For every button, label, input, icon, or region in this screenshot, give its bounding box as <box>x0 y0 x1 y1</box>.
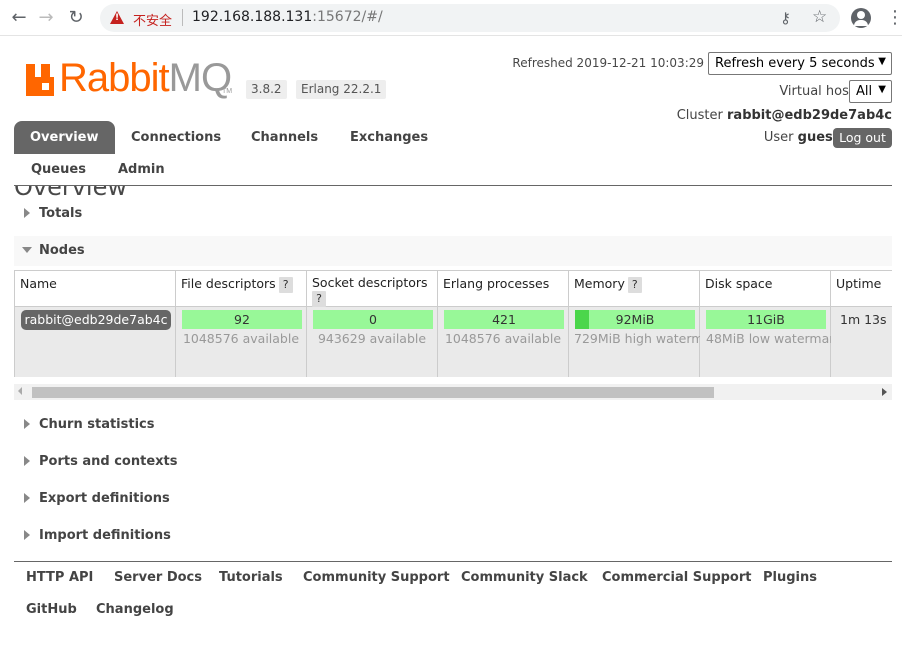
expand-arrow-icon <box>24 419 30 429</box>
header-uptime: Uptime <box>831 270 892 307</box>
table-row: rabbit@edb29de7ab4c <box>14 307 176 377</box>
user-info: User guest <box>763 130 839 145</box>
virtual-host-label: Virtual host <box>779 84 854 99</box>
scrollbar-thumb[interactable] <box>32 387 714 398</box>
cell-erlang-processes: 421 1048576 available <box>438 307 569 377</box>
header-erlang-processes: Erlang processes <box>438 270 569 307</box>
reload-icon[interactable]: ↻ <box>66 8 86 28</box>
url-separator <box>182 9 183 26</box>
processes-bar: 421 <box>444 310 564 329</box>
url-text[interactable]: 192.168.188.131:15672/#/ <box>192 9 383 25</box>
scroll-right-arrow-icon[interactable] <box>882 388 887 396</box>
version-badge: 3.8.2 <box>246 80 287 99</box>
refreshed-timestamp: Refreshed 2019-12-21 10:03:29 <box>512 56 704 70</box>
cluster-info: Cluster rabbit@edb29de7ab4c <box>676 108 892 123</box>
footer-link-server-docs[interactable]: Server Docs <box>114 570 202 585</box>
help-icon[interactable]: ? <box>278 277 293 293</box>
section-nodes[interactable]: Nodes <box>14 236 892 266</box>
section-import-definitions[interactable]: Import definitions <box>14 521 892 551</box>
footer-link-http-api[interactable]: HTTP API <box>26 570 93 585</box>
sockets-bar: 0 <box>313 310 433 329</box>
browser-toolbar: ← → ↻ 不安全 192.168.188.131:15672/#/ ⚷ ☆ ⋮ <box>0 0 902 36</box>
expand-arrow-icon <box>24 530 30 540</box>
expand-arrow-icon <box>24 456 30 466</box>
tab-overview[interactable]: Overview <box>14 121 115 154</box>
footer-link-plugins[interactable]: Plugins <box>763 570 817 585</box>
footer-divider <box>14 561 892 562</box>
processes-available: 1048576 available <box>444 331 562 346</box>
tab-queues[interactable]: Queues <box>31 162 86 177</box>
sockets-available: 943629 available <box>317 331 427 346</box>
key-icon[interactable]: ⚷ <box>780 9 791 27</box>
cell-memory: 92MiB 729MiB high watermark <box>569 307 724 377</box>
logout-button[interactable]: Log out <box>833 128 892 148</box>
memory-watermark: 729MiB high watermark <box>574 331 724 346</box>
help-icon[interactable]: ? <box>312 291 326 307</box>
section-totals[interactable]: Totals <box>14 199 892 229</box>
rabbitmq-logo-icon <box>26 64 54 96</box>
disk-watermark: 48MiB low watermark <box>706 331 842 346</box>
footer-link-changelog[interactable]: Changelog <box>96 602 174 617</box>
node-name-link[interactable]: rabbit@edb29de7ab4c <box>21 310 171 330</box>
nodes-table: Name File descriptors? Socket descriptor… <box>14 270 892 400</box>
dropdown-caret-icon: ▼ <box>878 84 886 95</box>
cell-disk-space: 11GiB 48MiB low watermark <box>700 307 842 377</box>
section-ports-and-contexts[interactable]: Ports and contexts <box>14 447 892 477</box>
tab-connections[interactable]: Connections <box>131 130 221 145</box>
tab-exchanges[interactable]: Exchanges <box>350 130 428 145</box>
footer-link-github[interactable]: GitHub <box>26 602 77 617</box>
header-disk-space: Disk space <box>700 270 831 307</box>
section-churn-statistics[interactable]: Churn statistics <box>14 410 892 440</box>
memory-bar-fill <box>575 310 590 329</box>
virtual-host-select[interactable]: All ▼ <box>849 80 892 103</box>
header-file-descriptors: File descriptors? <box>176 270 307 307</box>
warning-icon <box>110 11 124 24</box>
cell-file-descriptors: 92 1048576 available <box>176 307 307 377</box>
fd-available: 1048576 available <box>182 331 300 346</box>
header-name: Name <box>14 270 176 307</box>
footer-link-community-slack[interactable]: Community Slack <box>461 570 588 585</box>
refresh-interval-select[interactable]: Refresh every 5 seconds ▼ <box>708 52 892 75</box>
uptime-value: 1m 13s <box>840 312 887 327</box>
scroll-left-arrow-icon[interactable] <box>18 387 22 395</box>
memory-bar: 92MiB <box>575 310 695 329</box>
tab-channels[interactable]: Channels <box>251 130 318 145</box>
address-bar[interactable]: 不安全 192.168.188.131:15672/#/ ⚷ ☆ <box>100 4 840 32</box>
kebab-menu-icon[interactable]: ⋮ <box>886 8 902 28</box>
section-export-definitions[interactable]: Export definitions <box>14 484 892 514</box>
back-icon[interactable]: ← <box>9 8 29 28</box>
help-icon[interactable]: ? <box>627 277 642 293</box>
fd-bar: 92 <box>182 310 302 329</box>
erlang-badge: Erlang 22.2.1 <box>296 80 387 99</box>
expand-arrow-icon <box>24 493 30 503</box>
header-socket-descriptors: Socket descriptors? <box>307 270 438 307</box>
star-icon[interactable]: ☆ <box>812 7 827 27</box>
tabs-divider <box>14 185 892 186</box>
footer-link-community-support[interactable]: Community Support <box>303 570 450 585</box>
collapse-arrow-icon <box>22 247 32 253</box>
insecure-label: 不安全 <box>133 14 173 29</box>
tab-admin[interactable]: Admin <box>118 162 165 177</box>
forward-icon[interactable]: → <box>36 8 56 28</box>
horizontal-scrollbar[interactable] <box>14 384 892 400</box>
account-icon[interactable] <box>851 8 871 28</box>
footer-link-tutorials[interactable]: Tutorials <box>219 570 283 585</box>
footer-link-commercial-support[interactable]: Commercial Support <box>602 570 752 585</box>
expand-arrow-icon <box>24 208 30 218</box>
disk-bar: 11GiB <box>706 310 826 329</box>
header-memory: Memory? <box>569 270 700 307</box>
cell-uptime: 1m 13s <box>831 307 892 377</box>
cell-socket-descriptors: 0 943629 available <box>307 307 438 377</box>
dropdown-caret-icon: ▼ <box>878 56 886 67</box>
